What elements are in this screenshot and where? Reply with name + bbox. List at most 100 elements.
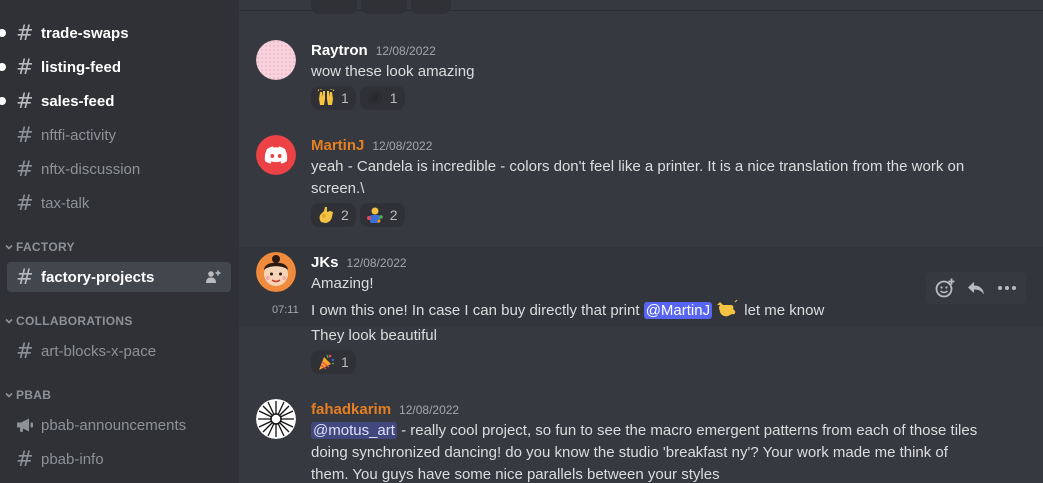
channel-nftfi-activity[interactable]: # nftfi-activity — [7, 120, 231, 150]
message-header: Raytron 12/08/2022 — [311, 42, 436, 59]
avatar[interactable] — [256, 40, 296, 80]
category-pbab[interactable]: PBAB — [3, 388, 51, 402]
hash-icon: # — [16, 264, 34, 289]
hash-icon: # — [16, 54, 34, 79]
reaction-artist[interactable]: 2 — [359, 203, 405, 227]
reactions: 2 2 — [311, 203, 405, 227]
chevron-down-icon — [5, 244, 13, 250]
message-list: Raytron 12/08/2022 wow these look amazin… — [239, 0, 1043, 483]
reaction-count: 1 — [389, 90, 398, 106]
channel-trade-swaps[interactable]: # trade-swaps — [0, 18, 231, 48]
message-actions-toolbar — [926, 272, 1026, 304]
reaction-count: 2 — [341, 207, 349, 223]
chevron-down-icon — [5, 392, 13, 398]
hash-icon: # — [16, 338, 34, 363]
add-reaction-button[interactable] — [932, 275, 958, 301]
reaction-count: 1 — [341, 90, 349, 106]
reaction-pill[interactable] — [361, 0, 407, 14]
timestamp: 12/08/2022 — [375, 44, 436, 58]
message-header: MartinJ 12/08/2022 — [311, 137, 432, 154]
call-me-hand-icon — [717, 299, 738, 317]
hash-icon: # — [16, 446, 34, 471]
category-label: FACTORY — [16, 240, 75, 254]
channel-name: listing-feed — [41, 58, 122, 76]
channel-sidebar: # trade-swaps # listing-feed # sales-fee… — [0, 0, 239, 483]
channel-name: art-blocks-x-pace — [41, 342, 157, 360]
message-text-segment: - really cool project, so fun to see the… — [396, 422, 978, 439]
channel-name: trade-swaps — [41, 24, 129, 42]
author-name[interactable]: MartinJ — [311, 137, 364, 154]
hash-icon: # — [16, 122, 34, 147]
reaction-count: 2 — [389, 207, 398, 223]
reaction-count: 1 — [341, 354, 349, 370]
avatar[interactable] — [256, 399, 296, 439]
user-mention[interactable]: @motus_art — [311, 422, 397, 439]
add-reaction-icon — [935, 278, 955, 298]
user-mention[interactable]: @MartinJ — [643, 302, 713, 319]
hash-icon: # — [16, 88, 34, 113]
message-text: They look beautiful — [311, 327, 437, 344]
timestamp: 12/08/2022 — [372, 139, 433, 153]
unread-indicator — [0, 97, 6, 105]
hash-icon: # — [16, 156, 34, 181]
unread-indicator — [0, 63, 6, 71]
reaction-pill[interactable] — [311, 0, 357, 14]
author-name[interactable]: Raytron — [311, 42, 368, 59]
category-factory[interactable]: FACTORY — [3, 240, 75, 254]
avatar[interactable] — [256, 135, 296, 175]
timestamp: 12/08/2022 — [399, 403, 460, 417]
channel-art-blocks-x-pace[interactable]: # art-blocks-x-pace — [7, 336, 231, 366]
message-text: them. You guys have some nice parallels … — [311, 466, 720, 483]
channel-sales-feed[interactable]: # sales-feed — [0, 86, 231, 116]
unread-indicator — [0, 29, 6, 37]
channel-pbab-announcements[interactable]: pbab-announcements — [7, 410, 231, 440]
message-text: @motus_art - really cool project, so fun… — [311, 420, 977, 442]
message-text: I own this one! In case I can buy direct… — [311, 299, 824, 322]
channel-listing-feed[interactable]: # listing-feed — [0, 52, 231, 82]
previous-message-edge — [239, 0, 1043, 14]
avatar[interactable] — [256, 252, 296, 292]
message-text: Amazing! — [311, 275, 374, 292]
channel-name: sales-feed — [41, 92, 115, 110]
message-header: JKs 12/08/2022 — [311, 254, 407, 271]
channel-nftx-discussion[interactable]: # nftx-discussion — [7, 154, 231, 184]
reaction-party-popper[interactable]: 1 — [311, 350, 356, 374]
reply-button[interactable] — [963, 275, 989, 301]
ok-hand-icon — [319, 207, 333, 223]
channel-pbab-info[interactable]: # pbab-info — [7, 444, 231, 474]
message-text: doing synchronized dancing! do you know … — [311, 444, 948, 461]
message-text: yeah - Candela is incredible - colors do… — [311, 158, 965, 175]
reactions: 1 1 — [311, 86, 405, 110]
reactions: 1 — [311, 350, 356, 374]
message-text-segment: I own this one! In case I can buy direct… — [311, 302, 644, 319]
message-text: screen.\ — [311, 180, 365, 197]
category-label: PBAB — [16, 388, 52, 402]
category-label: COLLABORATIONS — [16, 314, 133, 328]
channel-name: pbab-info — [41, 450, 104, 468]
create-invite-icon[interactable] — [205, 269, 221, 285]
channel-name: nftfi-activity — [41, 126, 117, 144]
message-header: fahadkarim 12/08/2022 — [311, 401, 459, 418]
category-collaborations[interactable]: COLLABORATIONS — [3, 314, 133, 328]
party-popper-icon — [319, 354, 335, 370]
hash-icon: # — [16, 190, 34, 215]
channel-name: nftx-discussion — [41, 160, 141, 178]
more-options-button[interactable] — [994, 275, 1020, 301]
reaction-raised-hands[interactable]: 1 — [311, 86, 356, 110]
reply-icon — [967, 282, 984, 295]
author-name[interactable]: JKs — [311, 254, 339, 271]
chevron-down-icon — [5, 318, 13, 324]
hover-timestamp: 07:11 — [272, 304, 299, 316]
reaction-custom[interactable]: 1 — [359, 86, 405, 110]
dark-custom-emoji-icon — [367, 91, 382, 105]
more-icon — [997, 286, 1016, 290]
reaction-pill[interactable] — [411, 0, 451, 14]
message-text-segment: let me know — [740, 302, 825, 319]
megaphone-icon — [16, 416, 36, 434]
reaction-ok-hand[interactable]: 2 — [311, 203, 356, 227]
raised-hands-icon — [317, 89, 335, 105]
channel-factory-projects[interactable]: # factory-projects — [7, 262, 231, 292]
author-name[interactable]: fahadkarim — [311, 401, 391, 418]
channel-tax-talk[interactable]: # tax-talk — [7, 188, 231, 218]
hash-icon: # — [16, 20, 34, 45]
